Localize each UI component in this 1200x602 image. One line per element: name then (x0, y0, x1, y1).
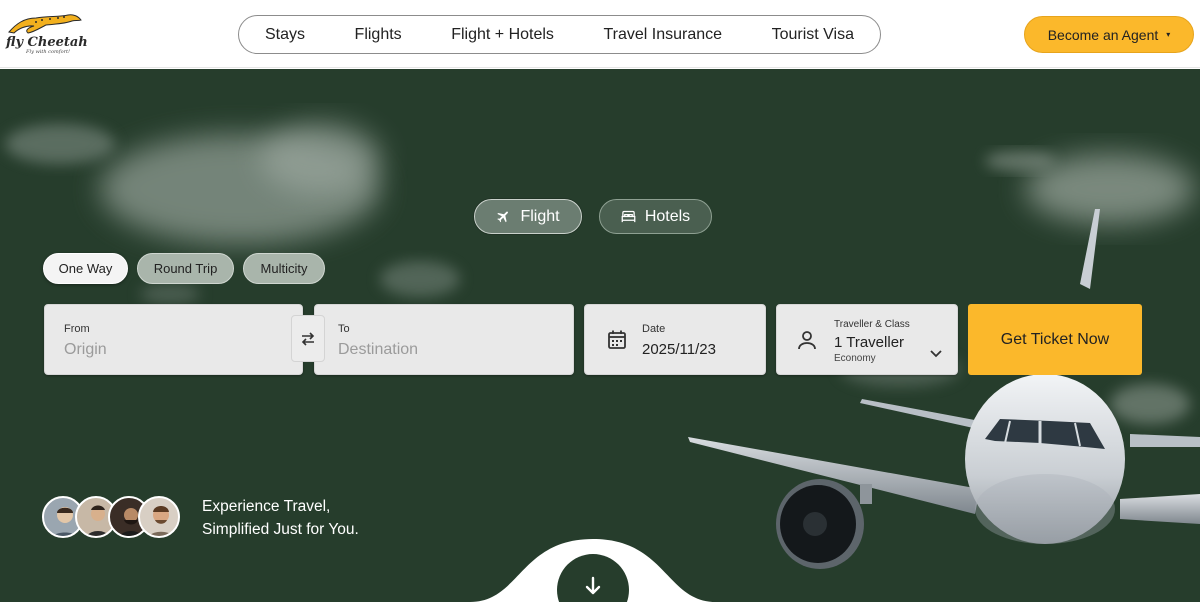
chevron-down-icon[interactable] (930, 345, 942, 363)
avatar (138, 496, 180, 538)
trip-type-round-trip[interactable]: Round Trip (137, 253, 234, 284)
date-value[interactable]: 2025/11/23 (642, 341, 716, 358)
tab-flight-label: Flight (520, 207, 560, 225)
traveller-label: Traveller & Class (834, 319, 910, 330)
date-label: Date (642, 323, 666, 335)
from-field[interactable]: From Origin (44, 304, 303, 375)
cheetah-logo-icon (8, 14, 82, 34)
calendar-icon (607, 329, 627, 355)
hero-tagline: Experience Travel, Simplified Just for Y… (202, 495, 359, 541)
get-ticket-button[interactable]: Get Ticket Now (968, 304, 1142, 375)
to-label: To (338, 323, 350, 335)
nav-item-flights[interactable]: Flights (355, 26, 402, 44)
to-field[interactable]: To Destination (314, 304, 574, 375)
hero-tagline-line2: Simplified Just for You. (202, 521, 359, 538)
become-agent-label: Become an Agent (1047, 26, 1159, 43)
logo[interactable]: fly Cheetah Fly with comfort! (4, 12, 100, 58)
date-field[interactable]: Date 2025/11/23 (584, 304, 766, 375)
trip-type-multicity[interactable]: Multicity (243, 253, 325, 284)
traveller-avatars (42, 496, 182, 540)
tab-hotels-label: Hotels (644, 207, 691, 225)
become-agent-button[interactable]: Become an Agent ▾ (1024, 16, 1194, 53)
site-header: fly Cheetah Fly with comfort! Stays Flig… (0, 0, 1200, 68)
traveller-value: 1 Traveller (834, 334, 905, 351)
airplane-icon (496, 209, 511, 224)
from-input[interactable]: Origin (64, 341, 107, 359)
from-label: From (64, 323, 90, 335)
tab-flight[interactable]: Flight (474, 199, 582, 234)
swap-arrows-icon (301, 331, 315, 346)
arrow-down-icon (585, 576, 601, 595)
caret-down-icon: ▾ (1166, 30, 1171, 39)
traveller-class: Economy (834, 353, 876, 364)
person-icon (796, 329, 818, 356)
tab-hotels[interactable]: Hotels (599, 199, 712, 234)
airplane-image (688, 209, 1200, 569)
trip-type-one-way[interactable]: One Way (43, 253, 128, 284)
traveller-field[interactable]: Traveller & Class 1 Traveller Economy (776, 304, 958, 375)
hero-tagline-line1: Experience Travel, (202, 498, 331, 515)
logo-name: fly Cheetah (6, 35, 88, 50)
swap-locations-button[interactable] (291, 315, 325, 362)
to-input[interactable]: Destination (338, 341, 418, 359)
nav-item-tourist-visa[interactable]: Tourist Visa (772, 26, 854, 44)
logo-tagline: Fly with comfort! (26, 49, 71, 55)
nav-item-flight-hotels[interactable]: Flight + Hotels (451, 26, 554, 44)
nav-item-travel-insurance[interactable]: Travel Insurance (603, 26, 722, 44)
main-nav: Stays Flights Flight + Hotels Travel Ins… (238, 15, 881, 54)
hero-section: Flight Hotels One Way Round Trip Multici… (0, 69, 1200, 602)
bed-icon (621, 210, 636, 223)
nav-item-stays[interactable]: Stays (265, 26, 305, 44)
